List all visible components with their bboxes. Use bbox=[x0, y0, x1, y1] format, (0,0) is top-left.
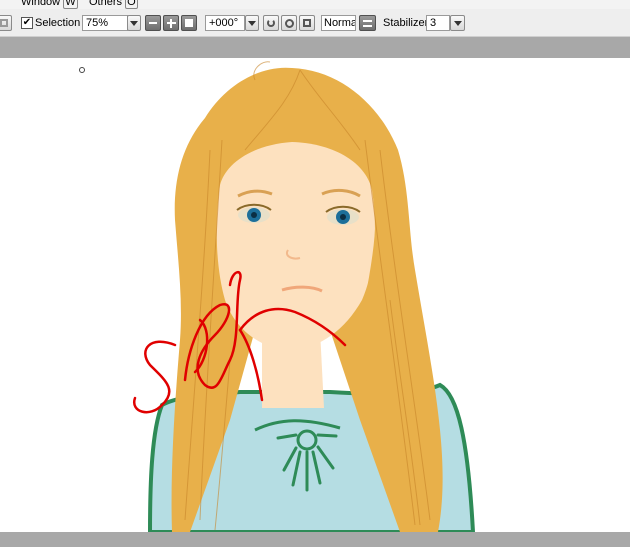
chevron-down-icon bbox=[130, 20, 138, 26]
reset-rotation-icon bbox=[284, 18, 294, 28]
menu-bar: ) Window W Others O bbox=[0, 0, 630, 9]
blend-mode-menu-button[interactable] bbox=[359, 15, 376, 31]
zoom-dropdown-button[interactable] bbox=[127, 15, 141, 31]
right-eye bbox=[325, 205, 361, 225]
minus-icon bbox=[149, 22, 157, 24]
flip-view-icon bbox=[303, 19, 311, 27]
zoom-fit-button[interactable] bbox=[181, 15, 197, 31]
selection-checkbox[interactable]: ✔ bbox=[21, 17, 33, 29]
artwork-girl-portrait bbox=[132, 61, 476, 532]
rotation-field[interactable]: +000° bbox=[205, 15, 245, 31]
menu-item-window-key: W bbox=[63, 0, 78, 9]
zoom-out-button[interactable] bbox=[145, 15, 161, 31]
rotation-dropdown-button[interactable] bbox=[245, 15, 259, 31]
stabilizer-label: Stabilizer bbox=[383, 17, 429, 29]
left-eye bbox=[236, 203, 272, 223]
canvas-area-border-top bbox=[0, 37, 630, 58]
menu-item-others-label: Others bbox=[89, 0, 123, 8]
plus-icon bbox=[166, 18, 176, 28]
menu-fragment: ) bbox=[0, 0, 1, 9]
menu-lines-icon bbox=[363, 19, 372, 27]
selection-mode-icon bbox=[0, 19, 8, 27]
rotate-icon bbox=[267, 19, 275, 27]
reset-rotation-button[interactable] bbox=[281, 15, 297, 31]
blend-mode-field[interactable]: Normal bbox=[321, 15, 356, 31]
rotate-button[interactable] bbox=[263, 15, 279, 31]
menu-item-window[interactable]: Window W bbox=[21, 0, 78, 9]
stabilizer-field[interactable]: 3 bbox=[426, 15, 450, 31]
menu-item-others[interactable]: Others O bbox=[89, 0, 138, 9]
zoom-field[interactable]: 75% bbox=[82, 15, 128, 31]
stabilizer-dropdown-button[interactable] bbox=[450, 15, 465, 31]
checkmark-icon: ✔ bbox=[22, 17, 32, 28]
selection-mode-button[interactable] bbox=[0, 15, 12, 31]
tool-options-bar: ✔ Selection 75% +000° Normal Stabilizer … bbox=[0, 9, 630, 37]
menu-item-others-key: O bbox=[125, 0, 138, 9]
chevron-down-icon bbox=[453, 20, 462, 26]
menu-item-window-label: Window bbox=[21, 0, 61, 8]
flip-view-button[interactable] bbox=[299, 15, 315, 31]
zoom-in-button[interactable] bbox=[163, 15, 179, 31]
canvas-area-border-bottom bbox=[0, 532, 630, 547]
selection-label: Selection bbox=[35, 17, 81, 29]
fit-window-icon bbox=[185, 19, 193, 27]
drawing-canvas[interactable] bbox=[0, 58, 630, 532]
chevron-down-icon bbox=[248, 20, 256, 26]
